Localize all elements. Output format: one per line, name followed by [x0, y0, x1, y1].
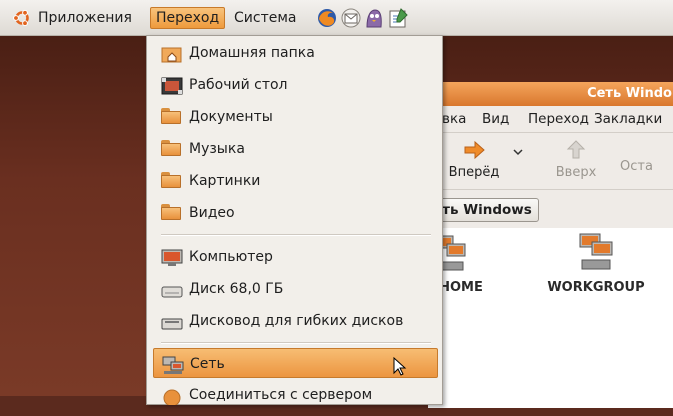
network-item-label: WORKGROUP: [547, 280, 645, 295]
notes-icon[interactable]: [387, 7, 409, 29]
window-title[interactable]: Сеть Windo: [428, 82, 673, 106]
top-panel: Приложения Переход Система: [0, 0, 673, 36]
network-icon: [162, 355, 184, 374]
up-button[interactable]: Вверх: [548, 139, 604, 180]
system-menu[interactable]: Система: [229, 7, 301, 29]
menu-separator: [161, 234, 431, 236]
menu-item-label: Документы: [189, 109, 273, 125]
folder-icon: [161, 140, 181, 158]
computer-icon: [161, 248, 183, 266]
menu-item-connect-server[interactable]: Соединиться с сервером: [153, 380, 438, 410]
menu-item-computer[interactable]: Компьютер: [153, 242, 438, 272]
home-folder-icon: [161, 44, 182, 63]
drive-icon: [161, 280, 183, 298]
menu-item-desktop[interactable]: Рабочий стол: [153, 70, 438, 100]
menu-item-label: Сеть: [190, 356, 225, 372]
chevron-down-icon[interactable]: [512, 147, 524, 157]
forward-arrow-icon: [464, 140, 485, 160]
ubuntu-logo-icon[interactable]: [13, 9, 31, 27]
menu-item-label: Компьютер: [189, 249, 273, 265]
applications-menu[interactable]: Приложения: [33, 7, 137, 29]
menu-item-documents[interactable]: Документы: [153, 102, 438, 132]
forward-label: Вперёд: [448, 165, 500, 180]
forward-button[interactable]: Вперёд: [438, 139, 510, 180]
places-menu[interactable]: Переход: [150, 7, 226, 29]
file-manager-menubar: вка Вид Переход Закладки: [428, 106, 673, 133]
menu-item-label: Картинки: [189, 173, 261, 189]
menu-item-disk[interactable]: Диск 68,0 ГБ: [153, 274, 438, 304]
menu-view[interactable]: Вид: [482, 106, 509, 132]
menu-item-network[interactable]: Сеть: [153, 348, 438, 378]
network-workgroup-icon: [579, 233, 613, 270]
menu-item-label: Дисковод для гибких дисков: [189, 313, 404, 329]
menu-item-videos[interactable]: Видео: [153, 198, 438, 228]
menu-separator: [161, 342, 431, 344]
stop-button[interactable]: Оста: [620, 159, 673, 174]
floppy-icon: [161, 312, 183, 330]
menu-bookmarks[interactable]: Закладки: [594, 106, 662, 132]
menu-item-label: Диск 68,0 ГБ: [189, 281, 284, 297]
menu-item-label: Музыка: [189, 141, 245, 157]
menu-item-label: Соединиться с сервером: [189, 387, 373, 403]
menu-item-music[interactable]: Музыка: [153, 134, 438, 164]
folder-icon: [161, 108, 181, 126]
file-manager-toolbar: Вперёд Вверх Оста: [428, 133, 673, 190]
desktop-icon: [161, 76, 183, 95]
menu-edit-partial[interactable]: вка: [442, 106, 466, 132]
path-bar: еть Windows: [426, 190, 673, 228]
mail-icon[interactable]: [340, 7, 362, 29]
menu-item-label: Рабочий стол: [189, 77, 288, 93]
network-item-workgroup[interactable]: WORKGROUP: [546, 232, 646, 295]
up-arrow-icon: [566, 140, 586, 159]
up-label: Вверх: [555, 165, 597, 180]
folder-icon: [161, 204, 181, 222]
menu-item-label: Видео: [189, 205, 235, 221]
menu-go[interactable]: Переход: [528, 106, 589, 132]
menu-item-floppy[interactable]: Дисковод для гибких дисков: [153, 306, 438, 336]
places-dropdown-menu: Домашняя папка Рабочий стол Документы Му…: [146, 35, 443, 407]
menu-item-pictures[interactable]: Картинки: [153, 166, 438, 196]
server-icon: [161, 386, 181, 407]
menu-item-home-folder[interactable]: Домашняя папка: [153, 38, 438, 68]
file-manager-window: Сеть Windo вка Вид Переход Закладки Впер…: [426, 82, 673, 408]
firefox-icon[interactable]: [316, 7, 338, 29]
menu-item-label: Домашняя папка: [189, 45, 315, 61]
pidgin-icon[interactable]: [363, 7, 385, 29]
file-manager-content: HOME WORKGROUP: [428, 228, 673, 408]
folder-icon: [161, 172, 181, 190]
stop-label: Оста: [620, 159, 653, 174]
mouse-pointer-icon: [393, 357, 407, 376]
